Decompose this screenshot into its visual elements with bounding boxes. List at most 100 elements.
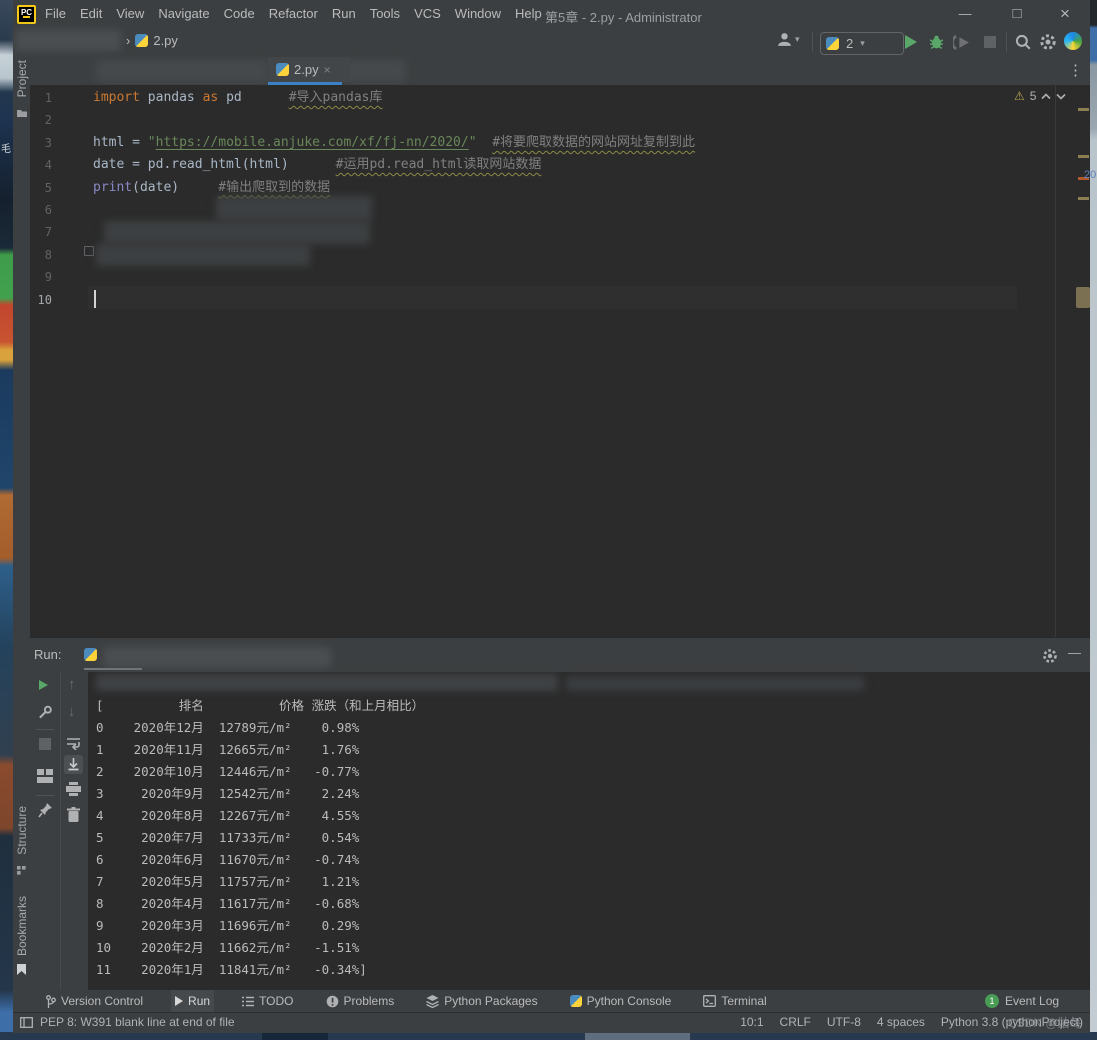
prev-warning-icon[interactable] <box>1041 93 1051 100</box>
print-icon[interactable] <box>66 782 81 796</box>
menu-item-2[interactable]: View <box>109 0 151 28</box>
stripe-warning-mark-3[interactable] <box>1078 197 1089 200</box>
scroll-to-end-toggle[interactable] <box>64 755 83 774</box>
console-line-6: 5 2020年7月 11733元/m² 0.54% <box>96 827 424 849</box>
tab-close-icon[interactable]: × <box>324 63 331 77</box>
stripe-warning-mark-1[interactable] <box>1078 108 1089 111</box>
file-encoding[interactable]: UTF-8 <box>827 1015 861 1029</box>
toolbar-divider-b <box>36 795 54 796</box>
console-line-9: 8 2020年4月 11617元/m² -0.68% <box>96 893 424 915</box>
run-settings-gear-icon[interactable] <box>1042 648 1058 664</box>
gutter-line-6: 7 <box>30 221 52 243</box>
terminal-icon <box>703 995 716 1007</box>
scrollbar-thumb[interactable] <box>1076 287 1090 308</box>
bookmarks-icon[interactable] <box>17 964 26 975</box>
redacted-console-path-2 <box>566 676 864 691</box>
redacted-tabs-left <box>96 60 268 83</box>
ide-updates-icon[interactable] <box>1064 32 1082 50</box>
sidebar-item-bookmarks[interactable]: Bookmarks <box>15 896 29 956</box>
folder-icon[interactable] <box>16 108 28 118</box>
close-button[interactable]: × <box>1048 0 1082 28</box>
window-title: 第5章 - 2.py - Administrator <box>545 7 702 26</box>
user-icon <box>776 31 793 48</box>
prev-occurrence-icon[interactable]: ↑ <box>68 676 76 693</box>
menu-item-5[interactable]: Refactor <box>262 0 325 28</box>
toolwindow-python-packages[interactable]: Python Packages <box>422 990 541 1012</box>
redacted-code-1 <box>216 196 372 221</box>
gutter-line-7: 8 <box>30 244 52 266</box>
user-menu[interactable]: ▾ <box>776 31 800 48</box>
inspection-widget[interactable]: ⚠ 5 <box>1014 89 1066 103</box>
run-configuration-select[interactable]: 2 ▾ <box>820 32 904 55</box>
caret-position[interactable]: 10:1 <box>740 1015 763 1029</box>
code-line-4[interactable]: date = pd.read_html(html) #运用pd.read_htm… <box>93 154 1073 176</box>
search-everywhere-icon[interactable] <box>1014 33 1032 51</box>
sidebar-item-project[interactable]: Project <box>15 60 29 97</box>
next-warning-icon[interactable] <box>1056 93 1066 100</box>
code-line-2[interactable] <box>93 109 1073 131</box>
pin-icon[interactable] <box>38 802 53 818</box>
restore-layout-icon[interactable] <box>37 769 53 783</box>
toolwindow-version-control[interactable]: Version Control <box>42 990 147 1012</box>
tab-2py[interactable]: 2.py × <box>268 57 350 82</box>
event-log[interactable]: 1 Event Log <box>985 990 1059 1012</box>
run-panel-minimize-icon[interactable]: — <box>1068 645 1081 660</box>
redacted-code-2 <box>104 221 370 244</box>
soft-wrap-icon[interactable] <box>66 737 82 750</box>
stop-button[interactable] <box>984 36 996 48</box>
breadcrumb[interactable]: › 2.py <box>126 33 178 48</box>
run-settings-wrench-icon[interactable] <box>38 705 53 720</box>
git-branch-icon <box>46 995 56 1008</box>
desktop-wallpaper-right <box>1090 0 1097 1032</box>
indent-setting[interactable]: 4 spaces <box>877 1015 925 1029</box>
python-console-icon <box>570 995 582 1007</box>
toolwindow-todo[interactable]: TODO <box>238 990 297 1012</box>
menu-item-4[interactable]: Code <box>217 0 262 28</box>
clear-console-trash-icon[interactable] <box>67 807 80 823</box>
menu-item-8[interactable]: VCS <box>407 0 448 28</box>
toolwindow-problems[interactable]: Problems <box>322 990 399 1012</box>
stripe-warning-mark-2[interactable] <box>1078 155 1089 158</box>
menu-item-0[interactable]: File <box>38 0 73 28</box>
run-with-coverage-button[interactable] <box>953 34 970 51</box>
line-ending[interactable]: CRLF <box>780 1015 811 1029</box>
code-line-9[interactable] <box>93 266 1073 288</box>
code-line-3[interactable]: html = "https://mobile.anjuke.com/xf/fj-… <box>93 132 1073 154</box>
csdn-watermark: CSDN @姑每 <box>1008 1014 1082 1031</box>
menu-item-1[interactable]: Edit <box>73 0 109 28</box>
minimize-button[interactable]: — <box>948 0 982 28</box>
toolwindow-run[interactable]: Run <box>171 990 214 1012</box>
menu-item-6[interactable]: Run <box>325 0 363 28</box>
menu-item-9[interactable]: Window <box>448 0 508 28</box>
structure-icon[interactable] <box>17 866 26 875</box>
code-line-1[interactable]: import pandas as pd #导入pandas库 <box>93 87 1073 109</box>
menu-item-7[interactable]: Tools <box>363 0 407 28</box>
menu-item-10[interactable]: Help <box>508 0 549 28</box>
breadcrumb-file[interactable]: 2.py <box>153 33 178 48</box>
debug-button[interactable] <box>928 33 945 51</box>
console-output: [ 排名 价格 涨跌（和上月相比）0 2020年12月 12789元/m² 0.… <box>96 695 424 981</box>
toolwindow-python-console[interactable]: Python Console <box>566 990 676 1012</box>
maximize-button[interactable]: □ <box>1000 0 1034 28</box>
statusbar-window-icon[interactable] <box>20 1017 33 1028</box>
tab-options-icon[interactable]: ⋮ <box>1068 61 1083 79</box>
toolbar-divider-a <box>36 729 54 730</box>
statusbar-message[interactable]: PEP 8: W391 blank line at end of file <box>40 1015 235 1029</box>
gutter-line-0: 1 <box>30 87 52 109</box>
rerun-button[interactable] <box>39 680 48 690</box>
fold-marker-icon[interactable] <box>84 246 94 256</box>
run-stop-button[interactable] <box>39 738 51 750</box>
run-button[interactable] <box>905 35 917 49</box>
text-caret <box>94 290 96 308</box>
stripe-label: 20 <box>1084 169 1096 181</box>
taskbar-segment-light <box>585 1032 690 1040</box>
settings-gear-icon[interactable] <box>1039 33 1057 51</box>
menu-bar: FileEditViewNavigateCodeRefactorRunTools… <box>38 0 549 28</box>
menu-item-3[interactable]: Navigate <box>151 0 216 28</box>
code-line-10[interactable] <box>93 289 1073 311</box>
problems-icon <box>326 995 339 1008</box>
next-occurrence-icon[interactable]: ↓ <box>68 703 76 720</box>
toolwindow-terminal[interactable]: Terminal <box>699 990 770 1012</box>
console-line-11: 10 2020年2月 11662元/m² -1.51% <box>96 937 424 959</box>
sidebar-item-structure[interactable]: Structure <box>15 806 29 855</box>
